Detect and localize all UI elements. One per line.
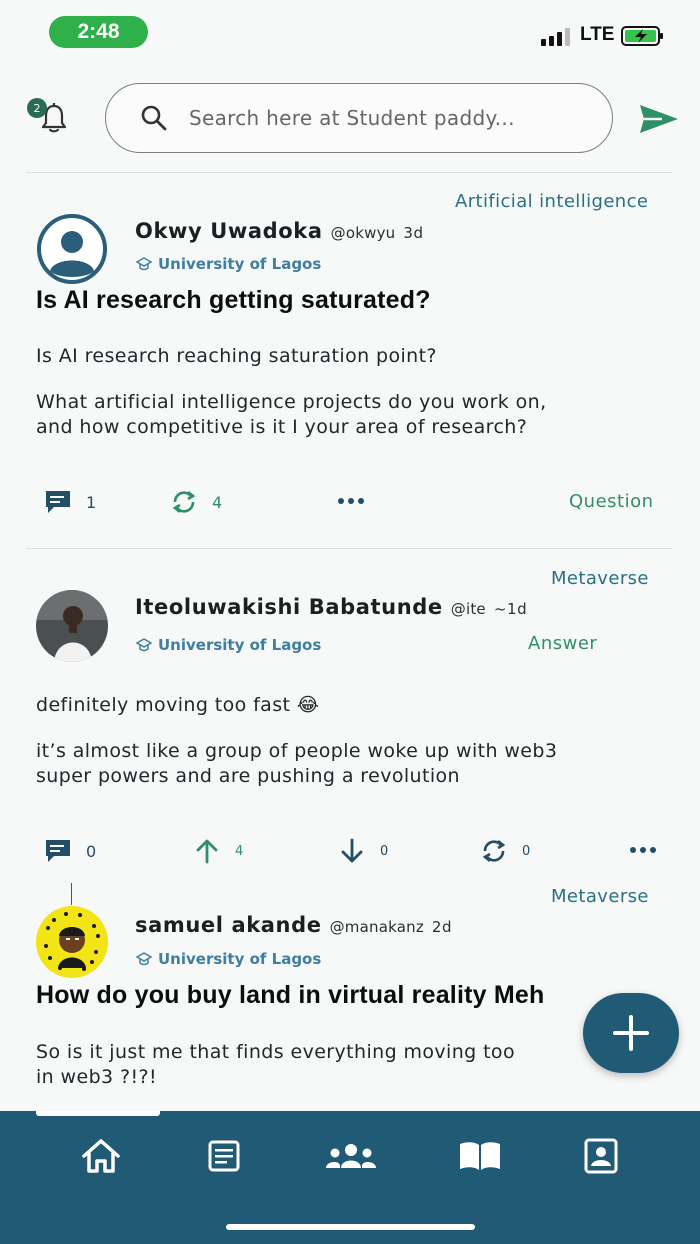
- tab-library[interactable]: [456, 1136, 504, 1176]
- post-title[interactable]: How do you buy land in virtual reality M…: [36, 981, 636, 1010]
- post-kind-label: Question: [569, 491, 654, 512]
- create-post-button[interactable]: [583, 993, 679, 1073]
- post-tag[interactable]: Metaverse: [551, 568, 649, 589]
- post-age: 3d: [403, 224, 424, 242]
- home-indicator[interactable]: [226, 1224, 475, 1230]
- post-paragraph: it’s almost like a group of people woke …: [36, 740, 558, 762]
- notification-badge: 2: [27, 98, 47, 118]
- post-age: 2d: [431, 918, 453, 936]
- author-line: Okwy Uwadoka @okwyu 3d: [135, 219, 424, 243]
- post-title[interactable]: Is AI research getting saturated?: [36, 286, 431, 315]
- comment-icon: [46, 840, 70, 862]
- author-name[interactable]: samuel akande: [135, 913, 322, 937]
- feed-icon: [208, 1140, 240, 1172]
- university-name: University of Lagos: [158, 255, 322, 273]
- home-icon: [82, 1139, 120, 1173]
- comment-count: 0: [86, 841, 97, 861]
- thread-connector: [71, 883, 72, 905]
- graduation-cap-icon: [136, 638, 152, 652]
- tab-groups[interactable]: [321, 1136, 381, 1176]
- arrow-up-icon: [196, 839, 218, 864]
- divider: [26, 172, 672, 173]
- post-age: ~1d: [493, 600, 528, 618]
- default-avatar-icon: [37, 214, 107, 284]
- avatar[interactable]: [36, 590, 108, 662]
- post-paragraph: in web3 ?!?!: [36, 1066, 157, 1088]
- tab-profile[interactable]: [579, 1136, 623, 1176]
- post-body[interactable]: definitely moving too fast 😂 it’s almost…: [36, 693, 557, 810]
- groups-icon: [326, 1144, 376, 1168]
- post-kind-label: Answer: [528, 633, 598, 654]
- author-line: samuel akande @manakanz 2d: [135, 913, 452, 937]
- post-paragraph: super powers and are pushing a revolutio…: [36, 765, 460, 787]
- active-tab-indicator: [36, 1111, 160, 1116]
- author-line: Iteoluwakishi Babatunde @ite ~1d: [135, 595, 527, 619]
- downvote-count: 0: [380, 843, 389, 859]
- search-bar[interactable]: [105, 83, 613, 153]
- post-paragraph: Is AI research reaching saturation point…: [36, 345, 437, 367]
- post-paragraph: and how competitive is it I your area of…: [36, 416, 528, 438]
- signal-icon: [541, 28, 570, 46]
- comment-button[interactable]: 0: [44, 838, 96, 864]
- tab-feed[interactable]: [202, 1136, 246, 1176]
- repost-button[interactable]: 4: [170, 489, 222, 515]
- university-label[interactable]: University of Lagos: [136, 950, 321, 968]
- author-handle[interactable]: @manakanz: [330, 918, 424, 936]
- plus-icon: [613, 1015, 649, 1051]
- divider: [26, 548, 672, 549]
- upvote-button[interactable]: 4: [193, 838, 243, 864]
- downvote-button[interactable]: 0: [338, 838, 388, 864]
- author-handle[interactable]: @ite: [451, 600, 486, 618]
- comment-icon: [46, 491, 70, 513]
- comment-button[interactable]: 1: [44, 489, 96, 515]
- author-name[interactable]: Okwy Uwadoka: [135, 219, 323, 243]
- user-photo: [36, 906, 108, 978]
- post-tag[interactable]: Metaverse: [551, 886, 649, 907]
- repost-button[interactable]: 0: [480, 838, 530, 864]
- search-icon: [141, 105, 167, 131]
- user-photo: [36, 590, 108, 662]
- more-options-icon[interactable]: [337, 497, 365, 505]
- post-body[interactable]: Is AI research reaching saturation point…: [36, 344, 547, 461]
- arrow-down-icon: [341, 838, 363, 863]
- status-time: 2:48: [49, 16, 148, 48]
- post-body[interactable]: So is it just me that finds everything m…: [36, 1040, 596, 1111]
- graduation-cap-icon: [136, 257, 152, 271]
- university-name: University of Lagos: [158, 950, 322, 968]
- author-handle[interactable]: @okwyu: [331, 224, 396, 242]
- post-paragraph: definitely moving too fast 😂: [36, 694, 320, 716]
- post-tag[interactable]: Artificial intelligence: [455, 191, 648, 212]
- comment-count: 1: [86, 492, 97, 512]
- repost-count: 0: [522, 843, 531, 859]
- library-icon: [460, 1142, 500, 1170]
- battery-charging-icon: [621, 26, 663, 46]
- post-paragraph: What artificial intelligence projects do…: [36, 391, 547, 413]
- post-paragraph: So is it just me that finds everything m…: [36, 1041, 515, 1063]
- search-input[interactable]: [189, 106, 589, 130]
- network-label: LTE: [580, 24, 615, 45]
- status-bar: 2:48 LTE: [0, 0, 700, 70]
- upvote-count: 4: [235, 843, 244, 859]
- avatar[interactable]: [36, 213, 108, 285]
- author-name[interactable]: Iteoluwakishi Babatunde: [135, 595, 443, 619]
- graduation-cap-icon: [136, 952, 152, 966]
- university-label[interactable]: University of Lagos: [136, 255, 321, 273]
- repost-count: 4: [212, 492, 223, 512]
- more-options-icon[interactable]: [629, 846, 657, 854]
- avatar[interactable]: [36, 906, 108, 978]
- repost-icon: [482, 839, 506, 863]
- profile-icon: [584, 1138, 618, 1174]
- university-name: University of Lagos: [158, 636, 322, 654]
- send-icon[interactable]: [638, 102, 680, 136]
- university-label[interactable]: University of Lagos: [136, 636, 321, 654]
- tab-home[interactable]: [79, 1136, 123, 1176]
- repost-icon: [172, 490, 196, 514]
